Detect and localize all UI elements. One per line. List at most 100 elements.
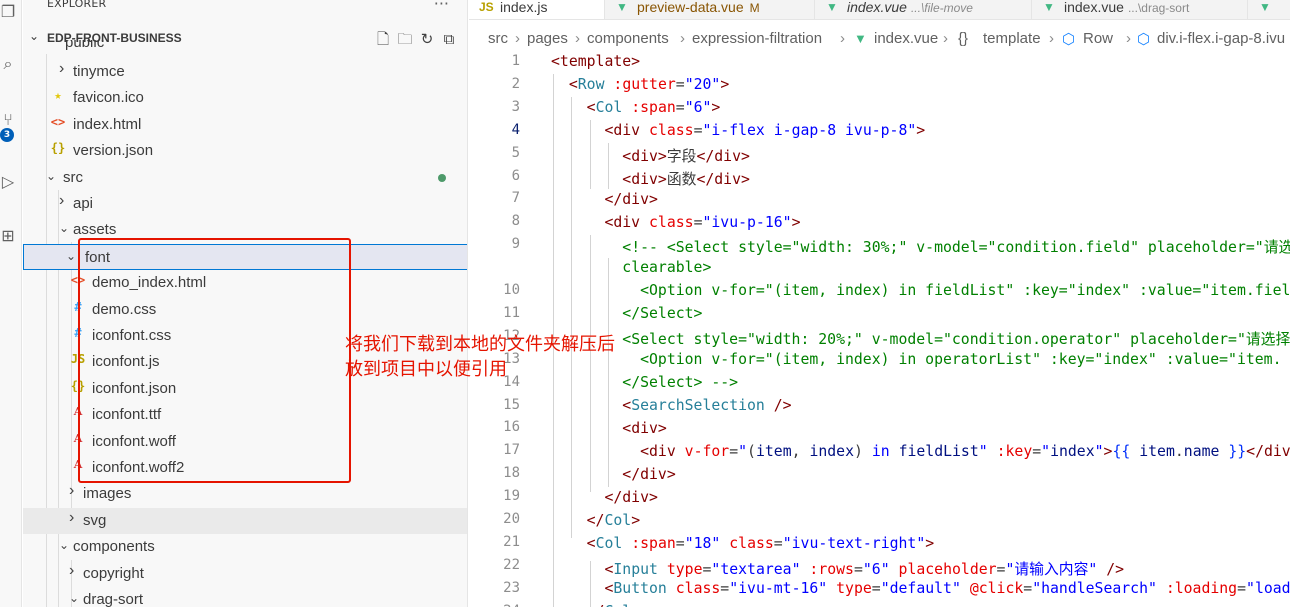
tree-item-favicon-ico[interactable]: ★ favicon.ico — [23, 85, 467, 111]
line-number: 7 — [511, 190, 520, 207]
line-number: 22 — [503, 556, 520, 573]
chevron-right-icon: › — [59, 60, 65, 77]
tab-overflow[interactable]: ▼ — [1249, 0, 1290, 19]
tree-item-svg[interactable]: › svg — [23, 507, 467, 534]
extensions-icon[interactable]: ⊞ — [0, 226, 18, 246]
breadcrumb-item[interactable]: expression-filtration — [692, 30, 822, 47]
chevron-down-icon: ⌄ — [59, 221, 70, 236]
tree-item-version-json[interactable]: {} version.json — [23, 138, 467, 164]
tree-item-label: index.html — [73, 115, 142, 133]
code-line: <div v-for="(item, index) in fieldList" … — [640, 443, 1290, 460]
chevron-down-icon: ⌄ — [46, 168, 57, 183]
tree-item-drag-sort[interactable]: ⌄ drag-sort — [23, 587, 467, 607]
files-icon[interactable]: ❐ — [0, 2, 18, 22]
tab-label: index.js — [500, 0, 548, 15]
breadcrumb-item[interactable]: div.i-flex.i-gap-8.ivu — [1157, 30, 1285, 47]
tree-item-label: src — [63, 168, 83, 186]
line-number: 9 — [511, 236, 520, 253]
js-file-icon: JS — [479, 0, 494, 14]
line-number: 17 — [503, 442, 520, 459]
vue-file-icon: ▼ — [826, 0, 838, 14]
tree-item-label: svg — [83, 511, 107, 529]
chevron-right-icon: › — [575, 30, 580, 47]
code-line: <div>函数</div> — [622, 171, 750, 188]
vue-file-icon: ▼ — [616, 0, 628, 14]
more-actions-icon[interactable]: ··· — [434, 0, 449, 13]
tab-2[interactable]: ▼ index.vue ...\file-move — [816, 0, 1032, 19]
chevron-down-icon: ⌄ — [66, 248, 77, 263]
code-line: clearable> — [622, 259, 712, 276]
tree-item-label: components — [73, 538, 155, 556]
breadcrumb-item[interactable]: index.vue — [874, 30, 938, 47]
run-debug-icon[interactable]: ▷ — [0, 172, 18, 192]
line-number: 11 — [503, 304, 520, 321]
code-line: <template> — [551, 53, 641, 70]
tree-item-label: images — [83, 485, 132, 503]
line-number: 5 — [511, 144, 520, 161]
explorer-title: EXPLORER — [47, 0, 107, 10]
breadcrumb-item[interactable]: src — [488, 30, 508, 47]
code-line: <div class="ivu-p-16"> — [604, 214, 801, 231]
code-line: <div>字段</div> — [622, 148, 750, 165]
search-icon[interactable]: ⌕ — [0, 54, 18, 74]
code-line: </Col> — [551, 603, 640, 607]
tree-item-images[interactable]: › images — [23, 481, 467, 507]
tree-item-label: copyright — [83, 564, 144, 582]
breadcrumb-item[interactable]: pages — [527, 30, 568, 47]
code-line: <!-- <Select style="width: 30%;" v-model… — [622, 239, 1290, 256]
tab-0[interactable]: JS index.js — [469, 0, 605, 19]
tree-item-src[interactable]: ⌄ src — [23, 165, 467, 191]
braces-icon: {} — [958, 30, 969, 47]
tab-3[interactable]: ▼ index.vue ...\drag-sort — [1033, 0, 1248, 19]
line-number: 10 — [503, 282, 520, 298]
highlight-box — [78, 238, 351, 483]
code-line: <Input type="textarea" :rows="6" placeho… — [604, 561, 1125, 578]
tab-label: index.vue — [847, 0, 907, 15]
chevron-right-icon: › — [943, 30, 948, 47]
code-line: <Row :gutter="20"> — [568, 76, 730, 93]
line-number: 24 — [480, 603, 520, 607]
code-line: <div> — [622, 420, 667, 437]
chevron-right-icon: › — [69, 508, 75, 526]
breadcrumb: src › pages › components › expression-fi… — [469, 27, 1290, 51]
vue-file-icon: ▼ — [1043, 0, 1055, 14]
tree-item-tinymce[interactable]: › tinymce — [23, 59, 467, 85]
tab-path: ...\file-move — [910, 1, 973, 15]
tab-1[interactable]: ▼ preview-data.vue M — [606, 0, 815, 19]
code-line: <Button class="ivu-mt-16" type="default"… — [604, 580, 1290, 597]
modified-badge: M — [749, 1, 760, 15]
chevron-down-icon: ⌄ — [59, 538, 70, 553]
vue-file-icon: ▼ — [854, 31, 867, 46]
chevron-right-icon: › — [69, 561, 75, 579]
json-file-icon: {} — [50, 141, 66, 156]
tree-item-partial[interactable]: public — [23, 40, 467, 54]
chevron-right-icon: › — [840, 30, 845, 47]
breadcrumb-item[interactable]: components — [587, 30, 669, 47]
chevron-right-icon: › — [59, 192, 65, 209]
element-icon: ⬡ — [1062, 31, 1076, 48]
code-line: <Select style="width: 20%;" v-model="con… — [622, 331, 1290, 348]
tree-item-label: tinymce — [73, 63, 125, 80]
code-line: <Col :span="6"> — [586, 99, 721, 116]
editor-area: JS index.js ▼ preview-data.vue M ▼ index.vue..… — [469, 0, 1290, 607]
tree-item-components[interactable]: ⌄ components — [23, 534, 467, 560]
tree-item-copyright[interactable]: › copyright — [23, 561, 467, 587]
line-number: 4 — [511, 121, 520, 138]
line-number: 8 — [511, 213, 520, 230]
source-control-icon[interactable]: ⑂ — [0, 110, 18, 130]
chevron-right-icon: › — [515, 30, 520, 47]
breadcrumb-item[interactable]: Row — [1083, 30, 1113, 47]
tree-item-api[interactable]: › api — [23, 191, 467, 217]
line-number: 23 — [503, 579, 520, 596]
code-line: </Col> — [586, 512, 641, 529]
line-number: 18 — [503, 465, 520, 482]
git-modified-dot — [438, 174, 446, 182]
code-line: <Col :span="18" class="ivu-text-right"> — [586, 535, 935, 552]
code-line: <Option v-for="(item, index) in fieldLis… — [640, 282, 1290, 299]
line-number: 3 — [511, 98, 520, 115]
chevron-right-icon: › — [680, 30, 685, 47]
breadcrumb-item[interactable]: template — [983, 30, 1041, 47]
tab-label: preview-data.vue — [637, 0, 744, 15]
tree-item-index-html[interactable]: <> index.html — [23, 112, 467, 138]
line-number: 6 — [511, 167, 520, 184]
